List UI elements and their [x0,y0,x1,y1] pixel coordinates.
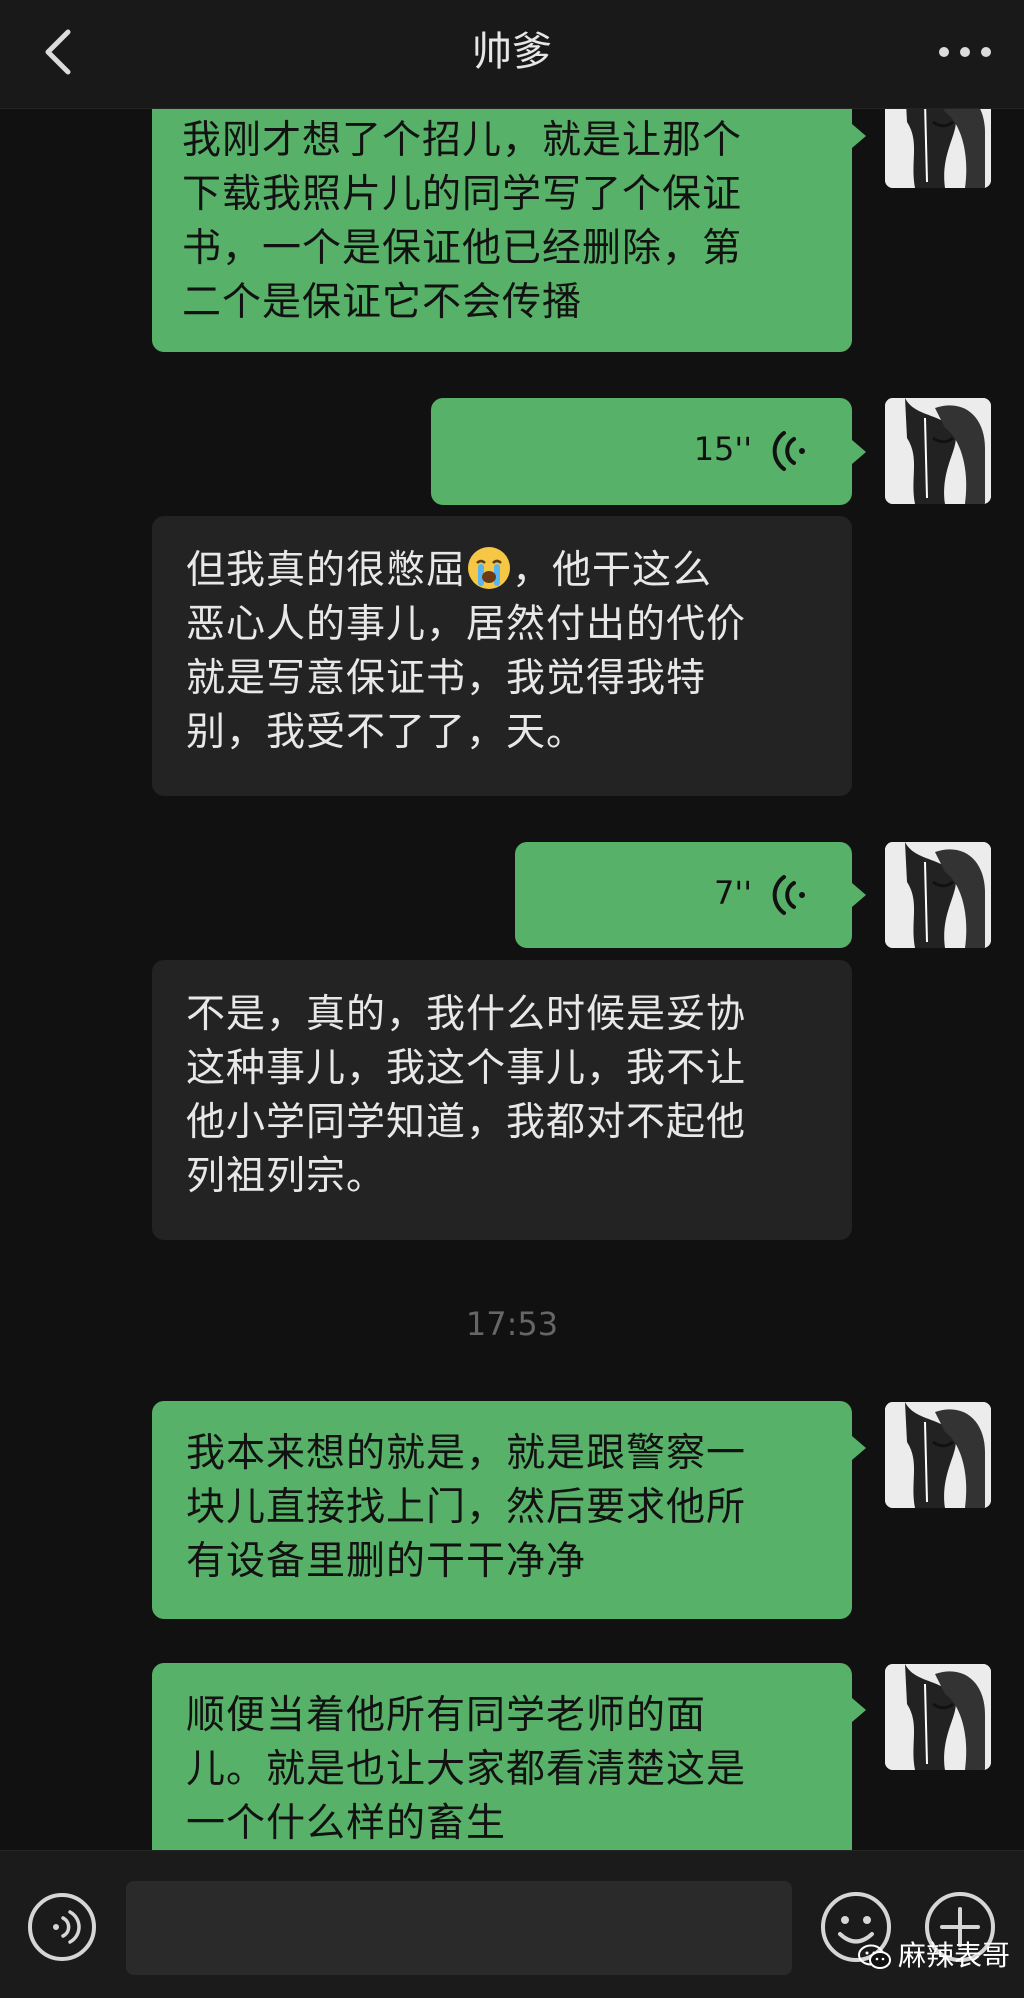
avatar[interactable] [885,842,991,948]
message-text: 我本来想的就是，就是跟警察一 块儿直接找上门，然后要求他所 有设备里删的干干净净 [186,1431,747,1584]
voice-mode-button[interactable] [26,1891,98,1963]
avatar[interactable] [885,398,991,504]
voice-duration: 7'' [714,874,752,912]
watermark: 麻辣表哥 [857,1934,1010,1974]
message-text: 顺便当着他所有同学老师的面 儿。就是也让大家都看清楚这是 一个什么样的畜生 [186,1693,747,1846]
chat-header: 帅爹 [0,0,1024,109]
message-text: 但我真的很憋屈 ，他干这么 恶心人的事儿，居然付出的代价 就是写意保证书，我觉得… [186,544,818,760]
crying-face-emoji-icon [468,547,511,589]
voice-wave-icon [772,431,805,471]
wechat-logo-icon [857,1944,891,1969]
bubble-tail [852,124,866,148]
avatar-image [885,1402,991,1508]
voice-message-bubble[interactable]: 15'' [431,398,852,505]
message-bubble-incoming[interactable]: 但我真的很憋屈 ，他干这么 恶心人的事儿，居然付出的代价 就是写意保证书，我觉得… [152,516,852,796]
bubble-tail [852,440,866,464]
voice-message-bubble[interactable]: 7'' [515,842,852,948]
message-bubble-outgoing[interactable]: 我刚才想了个招儿，就是让那个 下载我照片儿的同学写了个保证 书，一个是保证他已经… [152,96,852,352]
avatar-image [885,842,991,948]
more-options-button[interactable] [930,30,1000,74]
avatar-image [885,398,991,504]
more-dots-icon [939,47,991,57]
message-input[interactable] [126,1881,792,1975]
bubble-tail [852,1698,866,1722]
voice-wave-icon [772,875,805,915]
avatar[interactable] [885,1664,991,1770]
message-text: 不是，真的，我什么时候是妥协 这种事儿，我这个事儿，我不让 他小学同学知道，我都… [186,992,747,1199]
message-bubble-incoming[interactable]: 不是，真的，我什么时候是妥协 这种事儿，我这个事儿，我不让 他小学同学知道，我都… [152,960,852,1240]
message-bubble-outgoing[interactable]: 我本来想的就是，就是跟警察一 块儿直接找上门，然后要求他所 有设备里删的干干净净 [152,1401,852,1619]
voice-mode-icon [28,1893,96,1961]
message-text-part: 但我真的很憋屈 [186,548,467,593]
avatar[interactable] [885,1402,991,1508]
chat-timestamp: 17:53 [465,1305,559,1343]
chat-title: 帅爹 [472,29,552,75]
message-text: 我刚才想了个招儿，就是让那个 下载我照片儿的同学写了个保证 书，一个是保证他已经… [182,118,743,325]
bubble-tail [852,883,866,907]
watermark-text: 麻辣表哥 [897,1939,1010,1972]
chat-screen: 帅爹 我刚才想了个招儿，就是让那个 下载我照片儿的同学写了个保证 书，一个是保证… [0,0,1024,1998]
avatar-image [885,1664,991,1770]
chat-input-bar [0,1850,1024,1998]
bubble-tail [852,1436,866,1460]
voice-duration: 15'' [693,430,752,468]
